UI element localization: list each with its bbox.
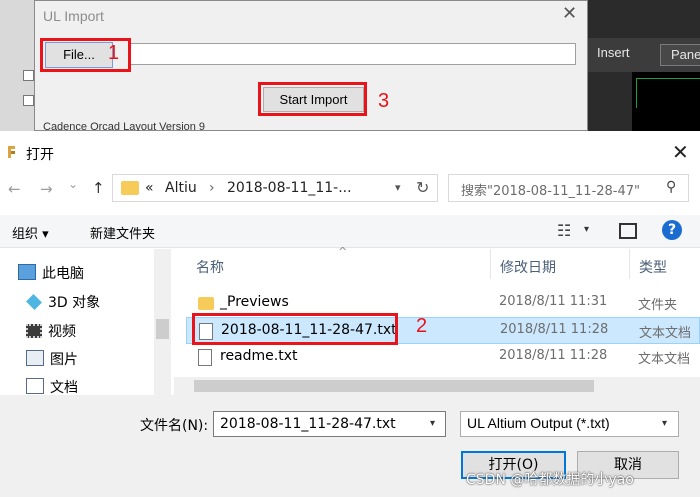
file-path-input[interactable] — [129, 43, 576, 65]
annotation-number-step2: 2 — [416, 315, 428, 337]
scrollbar-thumb[interactable] — [156, 319, 169, 339]
close-icon[interactable]: ✕ — [562, 5, 577, 23]
chevron-down-icon[interactable]: ▾ — [662, 418, 667, 429]
documents-icon — [26, 378, 44, 394]
filetype-value: UL Altium Output (*.txt) — [467, 415, 610, 431]
folder-icon — [198, 297, 214, 310]
background-checkbox — [23, 70, 34, 81]
organize-button[interactable]: 组织 ▾ — [12, 223, 49, 242]
menu-panels[interactable]: Panels — [660, 44, 700, 66]
nav-item-label: 此电脑 — [42, 266, 84, 282]
background-canvas — [632, 72, 700, 140]
filename-value: 2018-08-11_11-28-47.txt — [220, 416, 396, 432]
navigation-scrollbar[interactable] — [154, 249, 171, 395]
file-name: _Previews — [220, 294, 289, 310]
navigation-pane: 此电脑 3D 对象 视频 图片 文档 — [0, 249, 172, 397]
dialog-title: 打开 — [26, 147, 54, 163]
column-header-date[interactable]: 修改日期 — [500, 257, 556, 277]
dialog-footer: 文件名(N): 2018-08-11_11-28-47.txt ▾ UL Alt… — [0, 395, 700, 497]
nav-item-pictures[interactable]: 图片 — [26, 349, 78, 369]
nav-item-3d-objects[interactable]: 3D 对象 — [26, 292, 100, 312]
chevron-down-icon[interactable]: ▾ — [395, 181, 401, 194]
new-folder-button[interactable]: 新建文件夹 — [90, 223, 155, 242]
breadcrumb-prefix[interactable]: « — [145, 180, 154, 196]
search-placeholder: 搜索"2018-08-11_11-28-47" — [461, 184, 641, 199]
chevron-down-icon[interactable]: ⌄ — [68, 177, 78, 191]
text-file-icon — [198, 349, 212, 366]
nav-item-label: 3D 对象 — [48, 295, 101, 311]
column-header-type[interactable]: 类型 — [639, 257, 667, 277]
refresh-icon[interactable]: ↻ — [416, 178, 429, 197]
pictures-icon — [26, 350, 44, 366]
file-type: 文本文档 — [638, 352, 691, 367]
search-input[interactable]: 搜索"2018-08-11_11-28-47" ⚲ — [448, 174, 689, 202]
file-name: readme.txt — [220, 348, 298, 364]
file-date: 2018/8/11 11:28 — [500, 322, 609, 337]
column-separator[interactable] — [490, 249, 491, 279]
cube-icon — [26, 294, 42, 310]
file-type: 文件夹 — [638, 298, 678, 313]
nav-item-videos[interactable]: 视频 — [26, 321, 76, 341]
nav-item-label: 文档 — [50, 380, 78, 396]
annotation-number-step3: 3 — [378, 90, 390, 112]
back-icon[interactable]: ← — [8, 180, 21, 198]
nav-item-this-pc[interactable]: 此电脑 — [18, 263, 84, 283]
view-options-icon[interactable]: ☷ — [557, 221, 571, 240]
video-icon — [26, 324, 42, 338]
annotation-number-step1: 1 — [108, 42, 120, 64]
computer-icon — [18, 264, 36, 280]
preview-pane-icon[interactable] — [619, 223, 637, 239]
sort-arrow-icon: ^ — [338, 245, 348, 258]
search-icon[interactable]: ⚲ — [666, 179, 676, 195]
canvas-trace — [636, 78, 700, 108]
toolbar: 组织 ▾ 新建文件夹 ☷ ▾ ? — [0, 215, 700, 248]
nav-item-label: 图片 — [50, 352, 78, 368]
filename-input[interactable]: 2018-08-11_11-28-47.txt ▾ — [213, 411, 446, 437]
nav-item-documents[interactable]: 文档 — [26, 377, 78, 397]
horizontal-scrollbar[interactable] — [174, 377, 700, 395]
nav-item-label: 视频 — [48, 324, 76, 340]
help-icon[interactable]: ? — [662, 220, 682, 240]
ul-import-title: UL Import — [43, 8, 104, 24]
breadcrumb-separator: › — [209, 180, 215, 196]
background-checkbox — [23, 95, 34, 106]
column-header-name[interactable]: 名称 — [196, 257, 224, 277]
forward-icon[interactable]: → — [40, 180, 53, 198]
annotation-box-step3 — [258, 82, 367, 116]
close-icon[interactable]: ✕ — [672, 140, 689, 164]
watermark-text: CSDN @哈都数据的小yao — [466, 472, 634, 488]
file-type: 文本文档 — [639, 326, 692, 341]
file-row-readme[interactable]: readme.txt 2018/8/11 11:28 文本文档 — [186, 344, 700, 371]
scrollbar-thumb[interactable] — [194, 380, 594, 392]
column-separator[interactable] — [629, 249, 630, 279]
filename-label: 文件名(N): — [140, 418, 209, 434]
address-bar[interactable]: « Altiu › 2018-08-11_11-... ▾ ↻ — [112, 174, 438, 202]
file-date: 2018/8/11 11:28 — [499, 348, 608, 363]
chevron-down-icon[interactable]: ▾ — [430, 418, 435, 429]
file-date: 2018/8/11 11:31 — [499, 294, 608, 309]
folder-icon — [121, 181, 139, 195]
menu-insert[interactable]: Insert — [597, 45, 630, 60]
breadcrumb-current[interactable]: 2018-08-11_11-... — [227, 180, 352, 196]
app-icon — [8, 146, 15, 158]
filetype-select[interactable]: UL Altium Output (*.txt) ▾ — [460, 411, 679, 437]
annotation-box-step2 — [192, 313, 398, 345]
breadcrumb-altiu[interactable]: Altiu — [165, 180, 197, 196]
chevron-down-icon[interactable]: ▾ — [584, 224, 589, 235]
up-arrow-icon[interactable]: ↑ — [92, 179, 105, 197]
